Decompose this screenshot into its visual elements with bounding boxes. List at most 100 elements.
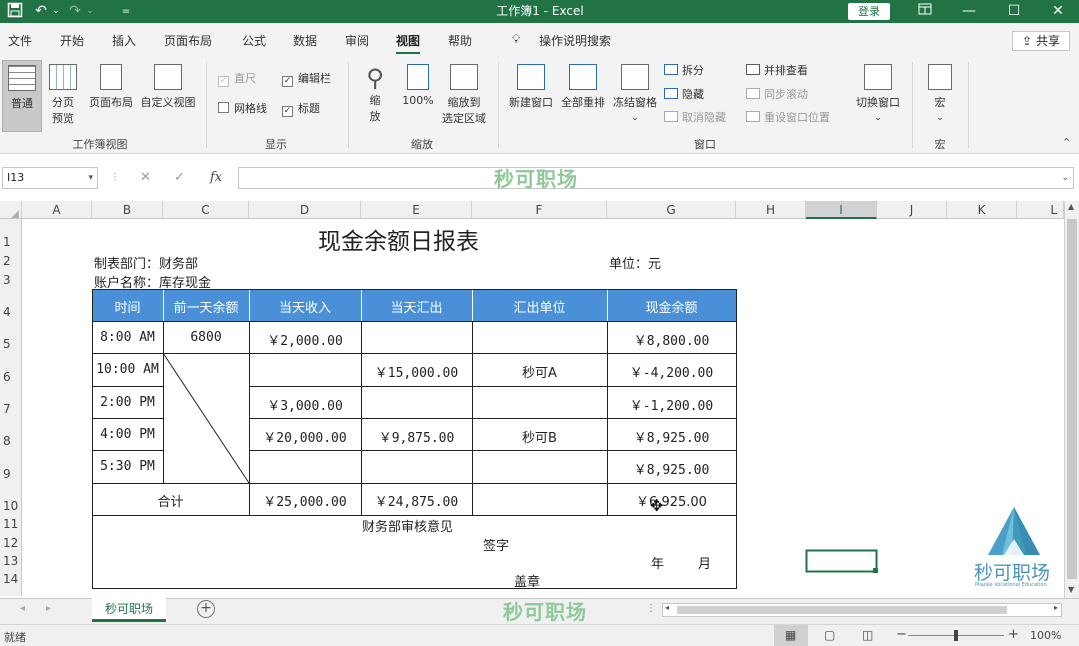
- row-header-8[interactable]: 8: [0, 434, 22, 448]
- ribbon-display-icon[interactable]: [902, 0, 948, 23]
- tab-insert[interactable]: 插入: [112, 32, 136, 52]
- zoom-button[interactable]: ⚲ 缩 放: [358, 64, 392, 132]
- tab-file[interactable]: 文件: [8, 32, 32, 52]
- name-box[interactable]: I13 ▾: [2, 167, 98, 189]
- tab-view[interactable]: 视图: [396, 32, 421, 54]
- tab-help[interactable]: 帮助: [448, 32, 472, 52]
- col-header-i[interactable]: I: [806, 201, 877, 219]
- headings-checkbox[interactable]: ✓ 标题: [282, 100, 320, 118]
- row-header-4[interactable]: 4: [0, 305, 22, 319]
- scroll-right-icon[interactable]: ▸: [1054, 603, 1058, 612]
- tab-split-icon[interactable]: ⋮: [646, 603, 656, 614]
- expand-formula-icon[interactable]: ⌄: [1061, 168, 1069, 188]
- normal-view-status-button[interactable]: ▦: [774, 625, 808, 646]
- minimize-button[interactable]: —: [946, 0, 992, 23]
- col-header-c[interactable]: C: [163, 201, 249, 219]
- vertical-scrollbar[interactable]: ▲ ▼: [1064, 201, 1079, 598]
- row-header-7[interactable]: 7: [0, 402, 22, 416]
- tab-formulas[interactable]: 公式: [242, 32, 266, 52]
- formula-input[interactable]: ⌄: [238, 167, 1074, 189]
- insert-function-icon[interactable]: fx: [210, 167, 222, 189]
- share-button[interactable]: ⇪ 共享: [1012, 31, 1070, 51]
- select-all-corner[interactable]: [0, 201, 22, 219]
- add-sheet-icon[interactable]: +: [197, 600, 215, 618]
- row-header-10[interactable]: 10: [0, 499, 22, 513]
- chevron-down-icon[interactable]: ▾: [88, 168, 93, 188]
- redo-icon[interactable]: ↷: [64, 2, 86, 21]
- col-header-g[interactable]: G: [607, 201, 736, 219]
- formula-bar-checkbox[interactable]: ✓ 编辑栏: [282, 70, 331, 88]
- zoom-slider-thumb[interactable]: [954, 630, 958, 641]
- normal-view-button[interactable]: 普通: [2, 60, 42, 132]
- reset-position-button[interactable]: 重设窗口位置: [746, 109, 830, 127]
- zoom-to-selection-button[interactable]: 缩放到 选定区域: [438, 64, 490, 132]
- new-window-button[interactable]: 新建窗口: [506, 64, 556, 132]
- worksheet-grid[interactable]: 现金余额日报表 制表部门：财务部 单位：元 账户名称：库存现金 时间 前一天余额…: [22, 219, 1064, 596]
- zoom-100-button[interactable]: 100%: [398, 64, 438, 132]
- col-header-d[interactable]: D: [249, 201, 361, 219]
- col-header-j[interactable]: J: [877, 201, 947, 219]
- unhide-button[interactable]: 取消隐藏: [664, 109, 726, 127]
- scroll-thumb[interactable]: [1067, 219, 1077, 579]
- row-header-12[interactable]: 12: [0, 536, 22, 550]
- restore-button[interactable]: ☐: [991, 0, 1037, 23]
- col-header-e[interactable]: E: [361, 201, 472, 219]
- row-header-2[interactable]: 2: [0, 254, 22, 268]
- page-layout-status-icon[interactable]: ▢: [824, 628, 835, 642]
- save-icon[interactable]: [4, 2, 26, 21]
- col-header-b[interactable]: B: [92, 201, 163, 219]
- switch-windows-button[interactable]: 切换窗口 ⌄: [852, 64, 904, 132]
- row-header-9[interactable]: 9: [0, 467, 22, 481]
- arrange-all-button[interactable]: 全部重排: [558, 64, 608, 132]
- col-header-a[interactable]: A: [22, 201, 92, 219]
- gridlines-checkbox[interactable]: 网格线: [218, 100, 267, 118]
- hide-button[interactable]: 隐藏: [664, 86, 704, 104]
- macros-button[interactable]: 宏 ⌄: [920, 64, 960, 132]
- row-header-11[interactable]: 11: [0, 517, 22, 531]
- tab-review[interactable]: 审阅: [345, 32, 369, 52]
- sync-scroll-button[interactable]: 同步滚动: [746, 86, 808, 104]
- ruler-checkbox[interactable]: ✓ 直尺: [218, 70, 256, 88]
- page-break-preview-button[interactable]: 分页 预览: [46, 64, 80, 132]
- side-by-side-button[interactable]: 并排查看: [746, 62, 808, 80]
- customize-icon[interactable]: =: [118, 2, 134, 21]
- horizontal-scrollbar[interactable]: ◂ ▸: [662, 603, 1062, 617]
- zoom-in-icon[interactable]: +: [1008, 627, 1019, 642]
- freeze-panes-button[interactable]: 冻结窗格 ⌄: [610, 64, 660, 132]
- col-header-l[interactable]: L: [1017, 201, 1064, 219]
- scroll-left-icon[interactable]: ◂: [665, 603, 669, 612]
- next-sheet-icon[interactable]: ▸: [46, 603, 51, 614]
- collapse-ribbon-icon[interactable]: ⌃: [1062, 136, 1071, 149]
- enter-icon[interactable]: ✓: [174, 167, 185, 189]
- row-header-13[interactable]: 13: [0, 554, 22, 568]
- row-header-6[interactable]: 6: [0, 370, 22, 384]
- tab-data[interactable]: 数据: [293, 32, 317, 52]
- page-layout-view-button[interactable]: 页面布局: [86, 64, 136, 132]
- prev-sheet-icon[interactable]: ◂: [20, 603, 25, 614]
- col-header-k[interactable]: K: [947, 201, 1017, 219]
- row-header-5[interactable]: 5: [0, 337, 22, 351]
- scroll-up-icon[interactable]: ▲: [1068, 202, 1074, 211]
- undo-dropdown-icon[interactable]: ⌄: [50, 2, 62, 21]
- row-header-14[interactable]: 14: [0, 572, 22, 586]
- custom-view-button[interactable]: 自定义视图: [138, 64, 198, 132]
- horizontal-scroll-thumb[interactable]: [677, 606, 1007, 614]
- undo-icon[interactable]: ↶: [30, 2, 52, 21]
- tell-me-search[interactable]: 操作说明搜索: [539, 32, 611, 52]
- row-header-3[interactable]: 3: [0, 273, 22, 287]
- sheet-tab-active[interactable]: 秒可职场: [92, 598, 166, 622]
- redo-dropdown-icon[interactable]: ⌄: [84, 2, 96, 21]
- col-header-f[interactable]: F: [472, 201, 607, 219]
- col-header-h[interactable]: H: [736, 201, 806, 219]
- lightbulb-icon[interactable]: 💡︎: [512, 32, 520, 52]
- split-button[interactable]: 拆分: [664, 62, 704, 80]
- scroll-down-icon[interactable]: ▼: [1068, 585, 1074, 594]
- login-button[interactable]: 登录: [848, 3, 890, 20]
- row-header-1[interactable]: 1: [0, 235, 22, 249]
- page-break-status-icon[interactable]: ◫: [862, 628, 873, 642]
- cancel-icon[interactable]: ✕: [140, 167, 151, 189]
- zoom-slider[interactable]: [908, 630, 1004, 641]
- tab-page-layout[interactable]: 页面布局: [164, 32, 212, 52]
- close-button[interactable]: ✕: [1035, 0, 1079, 23]
- zoom-level[interactable]: 100%: [1030, 629, 1061, 642]
